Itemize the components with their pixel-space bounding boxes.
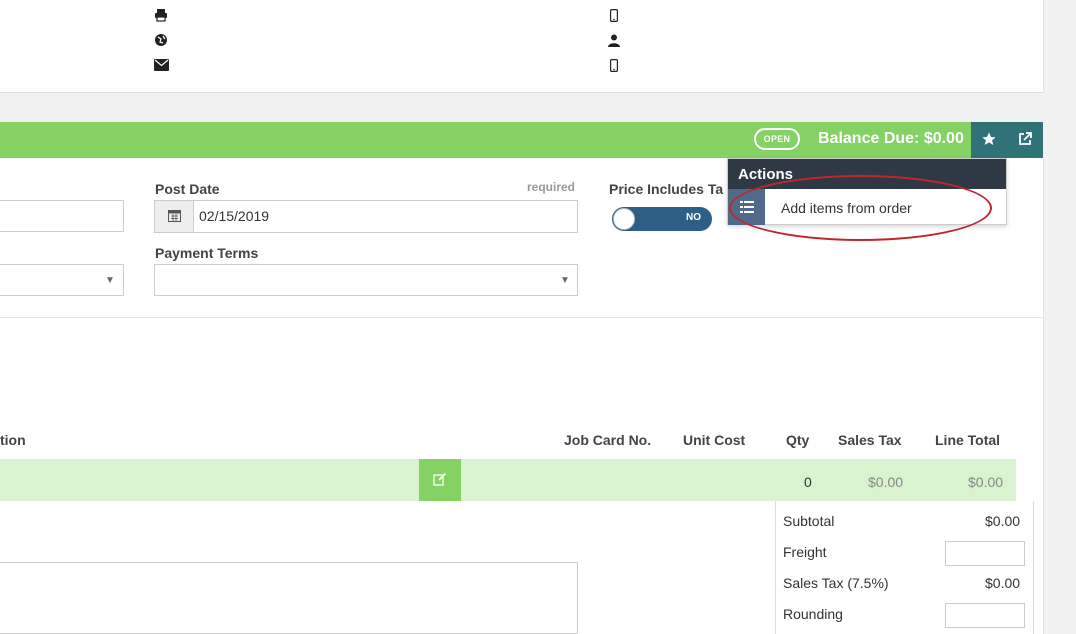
col-job-card: Job Card No. <box>564 432 652 448</box>
freight-input[interactable] <box>945 541 1025 566</box>
row-line-total: $0.00 <box>968 474 1004 490</box>
price-includes-tax-label: Price Includes Ta <box>609 181 724 197</box>
table-row[interactable] <box>0 459 1016 501</box>
freight-label: Freight <box>783 544 827 560</box>
row-qty: 0 <box>804 474 812 490</box>
toggle-state: NO <box>686 212 701 223</box>
mobile-icon <box>606 57 622 73</box>
chevron-down-icon: ▼ <box>560 275 570 286</box>
favorite-button[interactable] <box>971 122 1007 158</box>
toggle-knob <box>613 208 635 230</box>
subtotal-label: Subtotal <box>783 513 835 529</box>
post-date-label: Post Date <box>155 181 220 197</box>
mobile-icon <box>606 7 622 23</box>
payment-terms-select[interactable] <box>154 264 578 296</box>
rounding-label: Rounding <box>783 606 843 622</box>
chevron-down-icon: ▼ <box>105 275 115 286</box>
open-external-button[interactable] <box>1007 122 1043 158</box>
sales-tax-label: Sales Tax (7.5%) <box>783 575 889 591</box>
star-icon <box>981 131 997 150</box>
required-indicator: required <box>527 180 576 194</box>
col-unit-cost: Unit Cost <box>683 432 746 448</box>
highlight-annotation <box>729 175 992 241</box>
post-date-value: 02/15/2019 <box>199 208 270 224</box>
printer-icon <box>153 7 169 23</box>
payment-terms-label: Payment Terms <box>155 245 259 261</box>
user-icon <box>606 32 622 48</box>
calendar-icon <box>167 209 181 225</box>
edit-icon <box>433 472 447 489</box>
rounding-input[interactable] <box>945 603 1025 628</box>
balance-due: Balance Due: $0.00 <box>818 130 964 147</box>
external-link-icon <box>1017 131 1033 150</box>
col-qty: Qty <box>786 432 810 448</box>
envelope-icon <box>153 57 169 73</box>
section-divider <box>0 317 1043 318</box>
col-description: tion <box>0 432 26 448</box>
col-sales-tax: Sales Tax <box>838 432 902 448</box>
globe-icon <box>153 32 169 48</box>
calendar-button[interactable] <box>155 201 194 232</box>
status-badge: OPEN <box>754 128 800 150</box>
sales-tax-value: $0.00 <box>985 575 1021 591</box>
row-sales-tax: $0.00 <box>868 474 904 490</box>
notes-textarea[interactable] <box>0 562 578 634</box>
left-input[interactable] <box>0 200 124 232</box>
edit-line-button[interactable] <box>419 459 461 501</box>
subtotal-value: $0.00 <box>985 513 1021 529</box>
col-line-total: Line Total <box>935 432 1001 448</box>
